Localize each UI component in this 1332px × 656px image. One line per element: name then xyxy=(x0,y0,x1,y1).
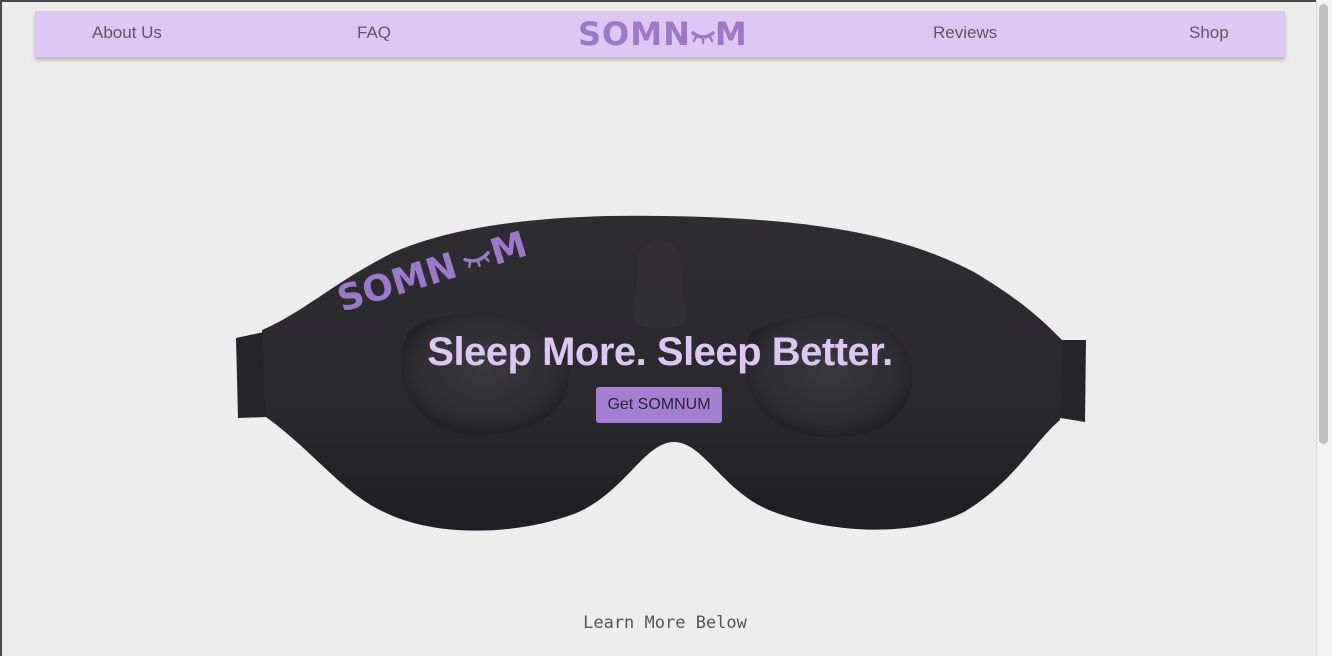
nav-link-faq[interactable]: FAQ xyxy=(357,23,391,43)
top-navbar: About Us FAQ SOMN M Reviews Shop xyxy=(35,11,1285,57)
scrollbar-thumb[interactable] xyxy=(1319,4,1328,444)
nav-link-about-us[interactable]: About Us xyxy=(92,23,162,43)
nav-link-reviews[interactable]: Reviews xyxy=(933,23,997,43)
hero-title: Sleep More. Sleep Better. xyxy=(427,330,893,374)
page: About Us FAQ SOMN M Reviews Shop SOMN M … xyxy=(0,0,1332,656)
closed-eye-icon xyxy=(691,16,715,52)
learn-more-link[interactable]: Learn More Below xyxy=(2,613,1328,633)
logo-text-left: SOMN xyxy=(578,15,691,53)
logo-text-right: M xyxy=(714,15,748,53)
get-somnum-button[interactable]: Get SOMNUM xyxy=(596,387,722,423)
brand-logo[interactable]: SOMN M xyxy=(578,15,747,53)
nav-link-shop[interactable]: Shop xyxy=(1189,23,1229,43)
